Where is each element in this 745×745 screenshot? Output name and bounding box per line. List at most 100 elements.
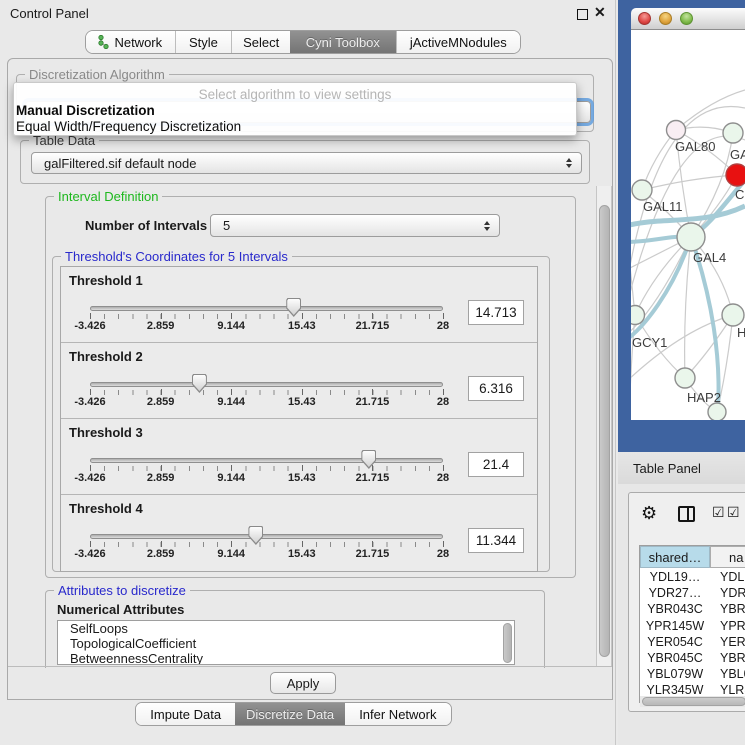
node-gcy1[interactable]	[631, 306, 645, 325]
table-panel-body: ⚙ ☑ ☑ shared… na YDL19…YDL1 YDR27…YDR2 Y…	[618, 484, 745, 745]
svg-text:GAL80: GAL80	[675, 139, 715, 154]
threshold-row-2: Threshold 2 -3.426 2.859 9.144 15.43 21.…	[61, 343, 537, 419]
svg-text:GCY1: GCY1	[632, 335, 667, 350]
attributes-scrollbar-thumb[interactable]	[503, 623, 512, 663]
algorithm-popup: Select algorithm to view settings Manual…	[13, 82, 577, 136]
control-panel-tabbar: Network Style Select Cyni Toolbox jActiv…	[85, 30, 521, 54]
tick-marks	[90, 542, 444, 547]
apply-button[interactable]: Apply	[270, 672, 336, 694]
number-of-intervals-value: 5	[223, 218, 230, 233]
tab-cyni-toolbox[interactable]: Cyni Toolbox	[290, 31, 396, 53]
threshold-row-1: Threshold 1 -3.426 2.859 9.144 15.43 21.…	[61, 267, 537, 343]
gear-icon[interactable]: ⚙	[641, 503, 657, 524]
threshold-row-3: Threshold 3 -3.426 2.859 9.144 15.43 21.…	[61, 419, 537, 495]
checkbox-icon[interactable]: ☑	[727, 504, 740, 521]
attribute-item-betweennesscentrality[interactable]: BetweennessCentrality	[58, 651, 514, 665]
tab-infer-network[interactable]: Infer Network	[345, 703, 451, 725]
table-row[interactable]: YDL19…YDL1	[640, 569, 745, 585]
tick-marks	[90, 466, 444, 471]
table-row[interactable]: YER054CYER0	[640, 634, 745, 650]
svg-text:GA: GA	[730, 147, 745, 162]
column-header-name[interactable]: na	[710, 546, 745, 568]
tab-select[interactable]: Select	[232, 31, 290, 53]
table-data-group: Table Data galFiltered.sif default node	[20, 140, 590, 184]
numerical-attributes-list: SelfLoops TopologicalCoefficient Between…	[57, 620, 515, 665]
minimize-traffic-light[interactable]	[659, 12, 672, 25]
svg-text:GAL11: GAL11	[643, 199, 683, 214]
network-window-titlebar[interactable]	[631, 8, 745, 30]
node-hap2[interactable]	[675, 368, 695, 388]
node-gal11[interactable]	[632, 180, 652, 200]
app-root: Control Panel ✕ Network Style Select Cyn…	[0, 0, 745, 745]
threshold-3-value-field[interactable]: 21.4	[468, 452, 524, 477]
table-row[interactable]: YBR043CYBR0	[640, 601, 745, 617]
threshold-4-value-field[interactable]: 11.344	[468, 528, 524, 553]
table-data-combo[interactable]: galFiltered.sif default node	[31, 152, 582, 174]
tab-style[interactable]: Style	[176, 31, 233, 53]
combo-spinner-icon	[566, 158, 572, 168]
threshold-1-value-field[interactable]: 14.713	[468, 300, 524, 325]
tab-discretize-data[interactable]: Discretize Data	[235, 703, 344, 725]
network-canvas[interactable]: GAL80 GA C GAL11 GAL4 GCY1 H HAP2	[631, 30, 745, 420]
float-window-icon[interactable]	[577, 9, 588, 20]
threshold-4-slider-track[interactable]	[90, 534, 443, 539]
column-layout-icon[interactable]	[678, 506, 695, 522]
node-gal80[interactable]	[667, 121, 686, 140]
node-red[interactable]	[726, 164, 745, 186]
threshold-2-slider-track[interactable]	[90, 382, 443, 387]
node-gal4[interactable]	[677, 223, 705, 251]
svg-text:GAL4: GAL4	[693, 250, 726, 265]
attributes-group-label: Attributes to discretize	[54, 583, 190, 598]
zoom-traffic-light[interactable]	[680, 12, 693, 25]
network-view-window: GAL80 GA C GAL11 GAL4 GCY1 H HAP2	[618, 0, 745, 452]
table-row[interactable]: YPR145WYPR1	[640, 618, 745, 634]
close-icon[interactable]: ✕	[594, 4, 606, 21]
threshold-row-4: Threshold 4 -3.426 2.859 9.144 15.43 21.…	[61, 495, 537, 571]
threshold-1-slider-track[interactable]	[90, 306, 443, 311]
tab-impute-data[interactable]: Impute Data	[136, 703, 235, 725]
threshold-2-value-field[interactable]: 6.316	[468, 376, 524, 401]
tick-marks	[90, 314, 444, 319]
cyni-bottom-tabbar: Impute Data Discretize Data Infer Networ…	[135, 702, 452, 726]
close-traffic-light[interactable]	[638, 12, 651, 25]
threshold-rows-container: Threshold 1 -3.426 2.859 9.144 15.43 21.…	[60, 266, 538, 572]
node-top-right[interactable]	[723, 123, 743, 143]
table-hscrollbar[interactable]	[640, 696, 745, 707]
svg-text:H: H	[737, 325, 745, 340]
number-of-intervals-label: Number of Intervals	[85, 218, 207, 233]
table-rows: YDL19…YDL1 YDR27…YDR2 YBR043CYBR0 YPR145…	[640, 569, 745, 704]
threshold-3-slider-track[interactable]	[90, 458, 443, 463]
attribute-item-selfloops[interactable]: SelfLoops	[58, 621, 514, 636]
column-header-shared-name[interactable]: shared…	[640, 546, 710, 568]
tick-marks	[90, 390, 444, 395]
table-row[interactable]: YBL079WYBL0	[640, 666, 745, 682]
interval-definition-group-label: Interval Definition	[54, 189, 162, 204]
numerical-attributes-label: Numerical Attributes	[57, 602, 184, 617]
table-data-combo-value: galFiltered.sif default node	[44, 156, 196, 171]
discretization-algorithm-group-label: Discretization Algorithm	[25, 67, 169, 82]
settings-scrollbar[interactable]	[596, 186, 612, 666]
node-table: shared… na YDL19…YDL1 YDR27…YDR2 YBR043C…	[639, 545, 745, 703]
settings-scrollbar-thumb[interactable]	[599, 205, 610, 657]
table-hscrollbar-thumb[interactable]	[642, 697, 745, 706]
node-h[interactable]	[722, 304, 744, 326]
table-subpanel: ⚙ ☑ ☑ shared… na YDL19…YDL1 YDR27…YDR2 Y…	[628, 492, 745, 712]
network-icon	[98, 35, 109, 49]
attribute-item-topologicalcoefficient[interactable]: TopologicalCoefficient	[58, 636, 514, 651]
algorithm-option-equal-width[interactable]: Equal Width/Frequency Discretization	[16, 119, 241, 134]
table-panel-title: Table Panel	[633, 461, 701, 476]
control-panel-title: Control Panel	[10, 6, 89, 21]
table-row[interactable]: YDR27…YDR2	[640, 585, 745, 601]
combo-spinner-icon	[484, 221, 490, 231]
algorithm-option-manual[interactable]: Manual Discretization	[16, 103, 155, 118]
checkbox-icon[interactable]: ☑	[712, 504, 725, 521]
panel-divider[interactable]	[615, 0, 616, 745]
thresholds-group-label: Threshold's Coordinates for 5 Intervals	[61, 249, 292, 264]
node-bottom[interactable]	[708, 403, 726, 420]
svg-text:HAP2: HAP2	[687, 390, 721, 405]
tab-network[interactable]: Network	[86, 31, 176, 53]
number-of-intervals-combo[interactable]: 5	[210, 214, 500, 237]
tab-network-label: Network	[114, 35, 162, 50]
tab-jactivemnodules[interactable]: jActiveMNodules	[396, 31, 520, 53]
table-row[interactable]: YBR045CYBR0	[640, 650, 745, 666]
